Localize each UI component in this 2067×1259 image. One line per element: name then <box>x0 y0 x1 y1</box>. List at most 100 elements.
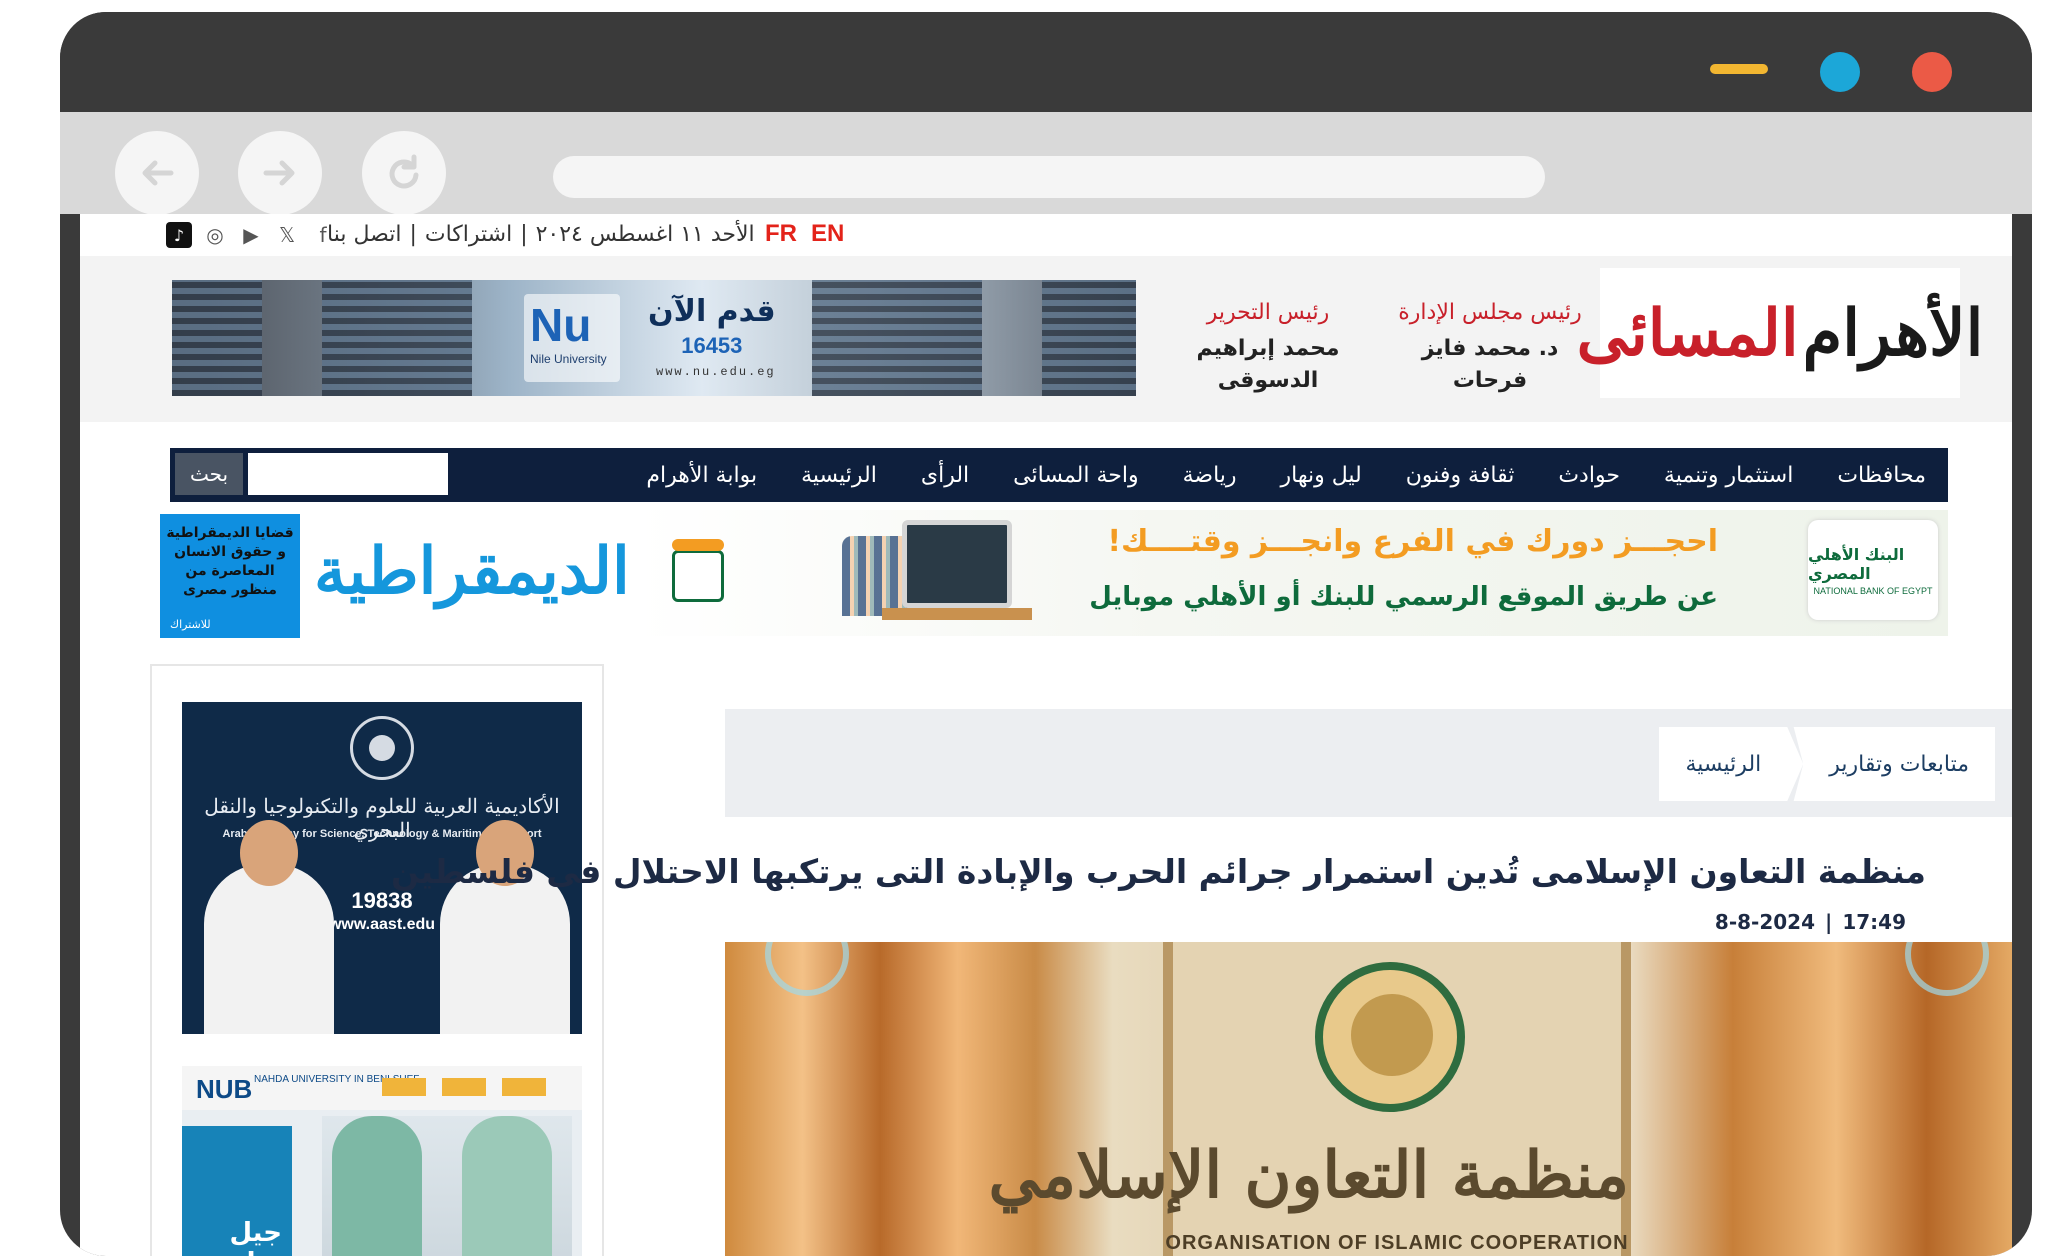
article-time: 17:49 <box>1842 910 1906 934</box>
monitor-graphic <box>902 520 1012 608</box>
nav-item-night-day[interactable]: ليل ونهار <box>1281 463 1362 488</box>
nav-item-accidents[interactable]: حوادث <box>1558 463 1620 488</box>
nav-item-investment[interactable]: استثمار وتنمية <box>1664 463 1793 488</box>
language-switcher: FR EN <box>765 220 844 248</box>
nu-logo-text: Nile University <box>530 352 607 366</box>
nahda-header-band: NUB NAHDA UNIVERSITY IN BENI SUEF <box>182 1066 582 1110</box>
breadcrumb-section[interactable]: متابعات وتقارير <box>1803 752 1995 777</box>
lang-fr-link[interactable]: FR <box>765 220 797 248</box>
date-text: الأحد ١١ اغسطس ٢٠٢٤ <box>535 222 755 247</box>
star-rating-badge <box>442 1078 486 1096</box>
maximize-button[interactable] <box>1820 52 1860 92</box>
article-title: منظمة التعاون الإسلامى تُدين استمرار جرا… <box>390 852 1926 891</box>
nav-item-sports[interactable]: رياضة <box>1183 463 1237 488</box>
nav-item-governorates[interactable]: محافظات <box>1837 463 1926 488</box>
editor-role: رئيس التحرير <box>1206 300 1330 325</box>
democracy-tagline: قضايا الديمقراطية و حقوق الانسان المعاصر… <box>166 525 294 598</box>
nav-item-home[interactable]: الرئيسية <box>801 463 877 488</box>
back-button[interactable] <box>115 131 199 215</box>
star-rating-badge <box>502 1078 546 1096</box>
student-figure <box>332 1116 422 1256</box>
nav-item-opinion[interactable]: الرأى <box>921 463 969 488</box>
editor-name: محمد إبراهيم الدسوقى <box>1196 336 1340 393</box>
breadcrumb-home[interactable]: الرئيسية <box>1659 752 1787 777</box>
nav-item-masaa-oasis[interactable]: واحة المسائى <box>1013 463 1138 488</box>
student-figure <box>462 1116 552 1256</box>
top-bar: ♪ ◎ ▶ 𝕏 f الأحد ١١ اغسطس ٢٠٢٤ | اشتراكات… <box>80 214 2012 256</box>
breadcrumb-chevron-icon <box>1787 727 1804 801</box>
nbe-headline: احجـــز دورك في الفرع وانجـــز وقتــــك! <box>1107 524 1718 559</box>
article-datetime: 17:49 | 8-8-2024 <box>1715 910 1906 934</box>
lang-en-link[interactable]: EN <box>811 220 844 248</box>
youtube-icon[interactable]: ▶ <box>238 222 264 248</box>
hotline-badge <box>672 539 724 551</box>
nahda-university-ad[interactable]: NUB NAHDA UNIVERSITY IN BENI SUEF جيل سا… <box>182 1066 582 1256</box>
close-button[interactable] <box>1912 52 1952 92</box>
minimize-button[interactable] <box>1710 64 1768 74</box>
logo-part-masaa: المسائى <box>1576 295 1799 371</box>
instagram-icon[interactable]: ◎ <box>202 222 228 248</box>
tiktok-icon[interactable]: ♪ <box>166 222 192 248</box>
x-icon[interactable]: 𝕏 <box>274 222 300 248</box>
editor-in-chief: رئيس التحرير محمد إبراهيم الدسوقى <box>1168 300 1368 397</box>
sidebar: الأكاديمية العربية للعلوم والتكنولوجيا و… <box>150 664 604 1256</box>
article-date: 8-8-2024 <box>1714 910 1816 934</box>
logo-part-ahram: الأهرام <box>1802 295 1984 371</box>
site-header: ♪ ◎ ▶ 𝕏 f الأحد ١١ اغسطس ٢٠٢٤ | اشتراكات… <box>80 214 2012 422</box>
democracy-magazine-ad[interactable]: قضايا الديمقراطية و حقوق الانسان المعاصر… <box>160 514 630 638</box>
browser-window: ♪ ◎ ▶ 𝕏 f الأحد ١١ اغسطس ٢٠٢٤ | اشتراكات… <box>60 12 2032 1256</box>
main-navigation: بوابة الأهرام الرئيسية الرأى واحة المسائ… <box>170 448 1948 502</box>
forward-button[interactable] <box>238 131 322 215</box>
search-input[interactable] <box>248 453 448 495</box>
building-graphic <box>1042 280 1136 396</box>
face-graphic <box>240 820 298 886</box>
nav-item-ahram-gate[interactable]: بوابة الأهرام <box>646 463 757 488</box>
nav-item-culture[interactable]: ثقافة وفنون <box>1406 463 1515 488</box>
nu-cta: قدم الآن 16453 www.nu.edu.eg <box>648 294 776 379</box>
ceiling-lamp-graphic <box>765 942 849 996</box>
oic-english-text: ORGANISATION OF ISLAMIC COOPERATION <box>1165 1232 1629 1254</box>
nu-logo: Nu Nile University <box>524 294 620 382</box>
arrow-left-icon <box>142 160 174 186</box>
top-info: الأحد ١١ اغسطس ٢٠٢٤ | اشتراكات | اتصل بن… <box>327 222 755 247</box>
browser-toolbar <box>60 112 2032 215</box>
browser-titlebar <box>60 12 2032 112</box>
students-photo <box>322 1116 572 1256</box>
site-logo[interactable]: الأهرام المسائى <box>1577 268 1983 398</box>
subscriptions-link[interactable]: اشتراكات <box>425 222 512 247</box>
nbe-subline: عن طريق الموقع الرسمي للبنك أو الأهلي مو… <box>1089 582 1718 612</box>
web-page: ♪ ◎ ▶ 𝕏 f الأحد ١١ اغسطس ٢٠٢٤ | اشتراكات… <box>80 214 2012 1256</box>
breadcrumb: الرئيسية متابعات وتقارير <box>1659 727 1995 801</box>
nahda-slogan-box: جيل سابق بكرة <box>182 1126 292 1256</box>
address-bar[interactable] <box>553 156 1545 198</box>
building-graphic <box>322 280 472 396</box>
separator: | <box>409 222 417 247</box>
doctor-figure <box>204 820 334 1034</box>
board-chair-role: رئيس مجلس الإدارة <box>1398 300 1582 325</box>
oic-arabic-text: منظمة التعاون الإسلامي <box>988 1138 1629 1213</box>
democracy-tagline-box: قضايا الديمقراطية و حقوق الانسان المعاصر… <box>160 514 300 638</box>
nbe-illustration <box>842 516 1042 630</box>
nu-logo-mark: Nu <box>530 299 592 351</box>
democracy-title: الديمقراطية <box>314 534 630 609</box>
reload-icon <box>389 154 419 189</box>
article-image[interactable]: منظمة التعاون الإسلامي ORGANISATION OF I… <box>725 942 2012 1256</box>
nbe-name-ar: البنك الأهلي المصري <box>1808 544 1905 583</box>
oic-emblem-icon <box>1315 962 1465 1112</box>
subscribe-label: للاشتراك <box>170 618 211 631</box>
board-chair: رئيس مجلس الإدارة د. محمد فايز فرحات <box>1390 300 1590 397</box>
nbe-logo: البنك الأهلي المصري NATIONAL BANK OF EGY… <box>1808 520 1938 620</box>
nile-university-ad[interactable]: Nu Nile University قدم الآن 16453 www.nu… <box>172 280 1136 396</box>
nu-website: www.nu.edu.eg <box>656 365 776 379</box>
booking-icon <box>672 539 724 602</box>
search-button[interactable]: بحث <box>175 453 243 495</box>
nahda-slogan: جيل سابق بكرة <box>213 1218 282 1256</box>
contact-link[interactable]: اتصل بنا <box>327 222 401 247</box>
nu-headline: قدم الآن <box>648 294 776 329</box>
nu-hotline: 16453 <box>681 333 743 358</box>
ceiling-lamp-graphic <box>1905 942 1989 996</box>
reload-button[interactable] <box>362 131 446 215</box>
social-links: ♪ ◎ ▶ 𝕏 f <box>166 222 336 248</box>
building-graphic <box>812 280 982 396</box>
nbe-ad[interactable]: البنك الأهلي المصري NATIONAL BANK OF EGY… <box>636 510 1948 636</box>
